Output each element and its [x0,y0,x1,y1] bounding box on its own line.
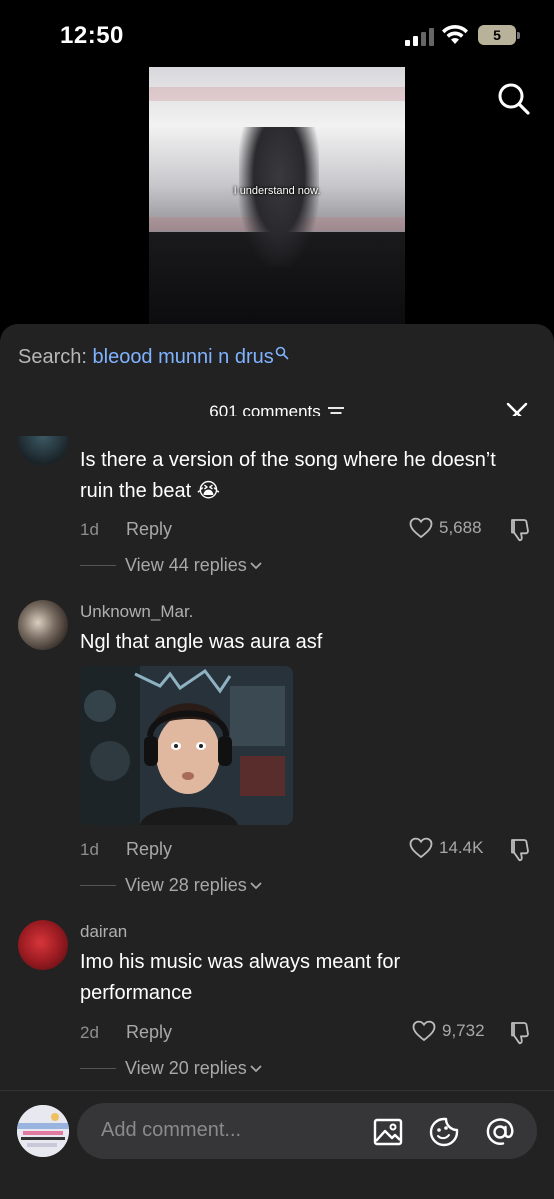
search-term-link[interactable]: bleood munni n drus [93,346,274,368]
status-bar: 12:50 5 [0,0,554,70]
comment-gif-image[interactable] [80,666,293,825]
comment-age: 2d [80,1023,99,1042]
comment-username[interactable]: dairan [80,922,127,942]
video-preview[interactable]: I understand now. [149,67,405,327]
video-caption: I understand now. [233,185,321,197]
chevron-down-icon [250,562,262,570]
image-icon[interactable] [373,1117,403,1147]
comment-placeholder: Add comment... [101,1119,242,1141]
heart-icon [409,517,433,539]
status-time: 12:50 [60,22,124,49]
reply-button[interactable]: Reply [126,1022,172,1043]
dislike-icon[interactable] [506,837,532,863]
comment-text: Ngl that angle was aura asf [80,631,323,653]
battery-indicator: 5 [478,25,520,45]
comment-text: Is there a version of the song where he … [80,449,496,502]
like-count: 5,688 [439,518,482,537]
replies-divider [80,1068,116,1069]
reply-button[interactable]: Reply [126,519,172,540]
video-glitch-band [149,87,405,101]
comment-composer: Add comment... [0,1090,554,1199]
heart-icon [412,1020,436,1042]
search-icon[interactable] [497,82,531,116]
scroll-mask [0,416,554,436]
signal-icon [405,28,435,46]
chevron-down-icon [250,882,262,890]
my-avatar [17,1105,69,1157]
view-replies-label: View 20 replies [125,1058,247,1078]
wifi-icon [442,24,468,44]
view-replies-button[interactable]: View 20 replies [125,1058,263,1079]
like-count: 9,732 [442,1021,485,1040]
dislike-icon[interactable] [506,1020,532,1046]
video-performer-silhouette [239,127,319,267]
reply-button[interactable]: Reply [126,839,172,860]
avatar[interactable] [18,600,68,650]
avatar[interactable] [18,920,68,970]
view-replies-label: View 44 replies [125,555,247,575]
comments-sheet: Search: bleood munni n drus 601 comments… [0,324,554,1199]
comment-age: 1d [80,520,99,539]
like-button[interactable]: 9,732 [412,1020,485,1042]
like-button[interactable]: 5,688 [409,517,482,539]
at-icon[interactable] [485,1117,515,1147]
comment-age: 1d [80,840,99,859]
related-search[interactable]: Search: bleood munni n drus [18,346,289,369]
search-label: Search: [18,346,87,368]
comment-input[interactable]: Add comment... [77,1103,537,1159]
search-icon [275,346,289,360]
comment-username[interactable]: Unknown_Mar. [80,602,193,622]
comment-text: Imo his music was always meant for perfo… [80,951,401,1004]
gif-thumbnail [80,666,293,825]
view-replies-label: View 28 replies [125,875,247,895]
replies-divider [80,885,116,886]
like-button[interactable]: 14.4K [409,837,483,859]
dislike-icon[interactable] [506,517,532,543]
avatar-art [17,1105,69,1157]
view-replies-button[interactable]: View 44 replies [125,555,263,576]
heart-icon [409,837,433,859]
like-count: 14.4K [439,838,484,857]
replies-divider [80,565,116,566]
view-replies-button[interactable]: View 28 replies [125,875,263,896]
chevron-down-icon [250,1065,262,1073]
sticker-icon[interactable] [429,1117,459,1147]
